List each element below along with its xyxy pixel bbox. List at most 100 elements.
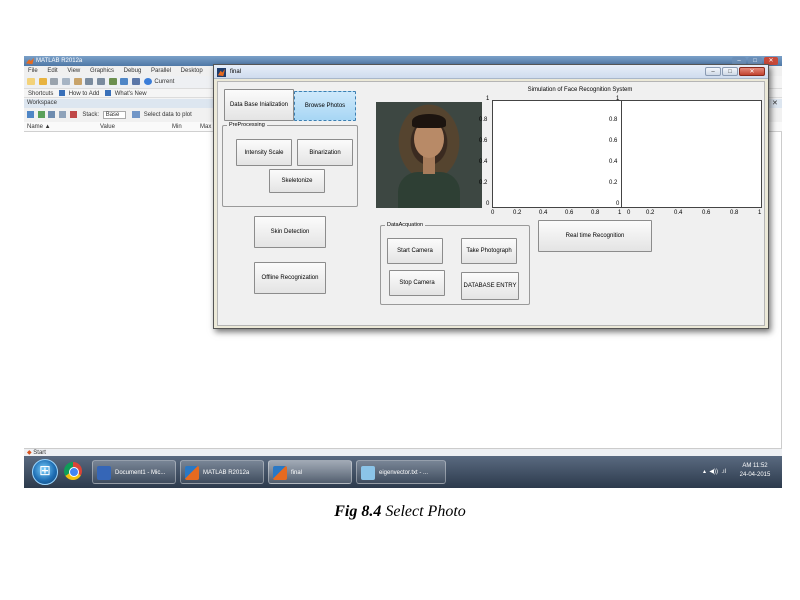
taskbar-item-notepad[interactable]: eigenvector.txt - ... [356, 460, 446, 484]
taskbar-item-label: eigenvector.txt - ... [379, 470, 429, 476]
select-data-to-plot[interactable]: Select data to plot [144, 112, 192, 118]
browse-photos-button[interactable]: Browse Photos [294, 91, 356, 121]
axes2-y-tick: 0.8 [609, 117, 618, 123]
axes2-y-tick: 0.2 [609, 180, 618, 186]
axes1-x-tick: 0.6 [565, 210, 574, 216]
data-acquisition-title: DataAcquation [385, 221, 426, 230]
stack-select[interactable]: Base [102, 111, 127, 119]
column-name[interactable]: Name ▲ [27, 122, 51, 132]
menu-parallel[interactable]: Parallel [151, 68, 171, 74]
figure-window-controls: – □ ✕ [705, 67, 765, 76]
offline-recognization-button[interactable]: Offline Recognization [254, 262, 326, 294]
taskbar-item-label: MATLAB R2012a [203, 470, 250, 476]
column-max[interactable]: Max [200, 122, 211, 132]
new-file-icon[interactable] [27, 78, 35, 85]
menu-file[interactable]: File [28, 68, 38, 74]
axes1-x-tick: 0 [491, 210, 495, 216]
matlab-start-bar: ◆ Start [24, 448, 782, 456]
axes2-y-tick: 1 [616, 96, 620, 102]
menu-graphics[interactable]: Graphics [90, 68, 114, 74]
axes2-y-tick: 0.6 [609, 138, 618, 144]
axes2-x-tick: 0.6 [702, 210, 711, 216]
copy-icon[interactable] [62, 78, 71, 85]
guide-icon[interactable] [120, 78, 129, 85]
delete-variable-icon[interactable] [69, 110, 77, 118]
open-folder-icon[interactable] [38, 78, 47, 85]
take-photograph-button[interactable]: Take Photograph [461, 238, 517, 264]
whats-new-link[interactable]: What's New [115, 91, 147, 97]
undo-icon[interactable] [85, 78, 94, 85]
windows-start-icon[interactable] [32, 459, 58, 485]
redo-icon[interactable] [97, 78, 106, 85]
axes1-y-tick: 0.8 [479, 117, 488, 123]
taskbar-item-word[interactable]: Document1 - Mic... [92, 460, 176, 484]
binarization-button[interactable]: Binarization [297, 139, 353, 166]
how-to-add-link[interactable]: How to Add [69, 91, 100, 97]
real-time-recognition-button[interactable]: Real time Recognition [538, 220, 652, 252]
axes1-y-tick: 0 [486, 201, 490, 207]
figure-window: final – □ ✕ Data Base Inialization Brows… [213, 64, 769, 329]
caption-text: Select Photo [385, 503, 466, 520]
figure-icon [273, 466, 287, 480]
skin-detection-button[interactable]: Skin Detection [254, 216, 326, 248]
menu-view[interactable]: View [67, 68, 80, 74]
database-entry-button[interactable]: DATABASE ENTRY [461, 272, 519, 300]
taskbar-item-final[interactable]: final [268, 460, 352, 484]
axes-right [622, 100, 762, 208]
face-photo [376, 102, 482, 208]
figure-body: Data Base Inialization Browse Photos Pre… [217, 81, 765, 326]
simulink-icon[interactable] [108, 78, 117, 85]
workspace-close-icon[interactable]: ✕ [772, 99, 778, 108]
axes2-x-tick: 0.8 [730, 210, 739, 216]
column-min[interactable]: Min [172, 122, 182, 132]
matlab-title: MATLAB R2012a [36, 58, 83, 64]
paste-icon[interactable] [73, 78, 82, 85]
matlab-icon [185, 466, 199, 480]
axes1-x-tick: 0.4 [539, 210, 548, 216]
how-to-add-icon [59, 90, 66, 97]
matlab-logo-icon [26, 57, 34, 65]
axes1-x-tick: 0.2 [513, 210, 522, 216]
help-icon[interactable] [143, 78, 152, 85]
new-variable-icon[interactable] [27, 110, 34, 118]
clock-date: 24-04-2015 [739, 472, 771, 478]
open-variable-icon[interactable] [37, 110, 45, 118]
current-folder-label: Current [154, 79, 175, 85]
axes-left [492, 100, 622, 208]
start-camera-button[interactable]: Start Camera [387, 238, 443, 264]
tray-icons[interactable]: ▴ ◀)) .ıl [703, 468, 726, 475]
word-icon [97, 466, 111, 480]
matlab-figure-icon [217, 68, 226, 77]
axes1-x-tick: 0.8 [591, 210, 600, 216]
shortcuts-label[interactable]: Shortcuts [28, 91, 53, 97]
cut-icon[interactable] [50, 78, 59, 85]
screenshot: MATLAB R2012a – □ ✕ File Edit View Graph… [24, 56, 782, 488]
database-init-button[interactable]: Data Base Inialization [224, 89, 294, 121]
clock-time: AM 11:52 [742, 463, 768, 469]
axes1-x-tick: 1 [618, 210, 622, 216]
plot-icon[interactable] [132, 110, 141, 118]
import-data-icon[interactable] [59, 110, 67, 118]
plot-title: Simulation of Face Recognition System [527, 87, 633, 93]
axes2-x-tick: 0.4 [674, 210, 683, 216]
menu-edit[interactable]: Edit [47, 68, 57, 74]
figure-close-button[interactable]: ✕ [739, 67, 765, 76]
clock[interactable]: AM 11:52 24-04-2015 [734, 462, 776, 480]
windows-taskbar: Document1 - Mic... MATLAB R2012a final e… [24, 456, 782, 488]
skeletonize-button[interactable]: Skeletonize [269, 169, 325, 193]
stop-camera-button[interactable]: Stop Camera [389, 270, 445, 296]
data-acquisition-panel: DataAcquation Start Camera Take Photogra… [380, 221, 530, 305]
figure-minimize-button[interactable]: – [705, 67, 721, 76]
intensity-scale-button[interactable]: Intensity Scale [236, 139, 292, 166]
save-workspace-icon[interactable] [48, 110, 56, 118]
profiler-icon[interactable] [132, 78, 141, 85]
column-value[interactable]: Value [100, 122, 115, 132]
chrome-icon[interactable] [64, 462, 82, 480]
taskbar-item-matlab[interactable]: MATLAB R2012a [180, 460, 264, 484]
figure-caption: Fig 8.4 Select Photo [0, 503, 800, 521]
axes2-x-tick: 0.2 [646, 210, 655, 216]
menu-desktop[interactable]: Desktop [181, 68, 203, 74]
axes1-y-tick: 0.6 [479, 138, 488, 144]
menu-debug[interactable]: Debug [124, 68, 142, 74]
figure-maximize-button[interactable]: □ [722, 67, 738, 76]
